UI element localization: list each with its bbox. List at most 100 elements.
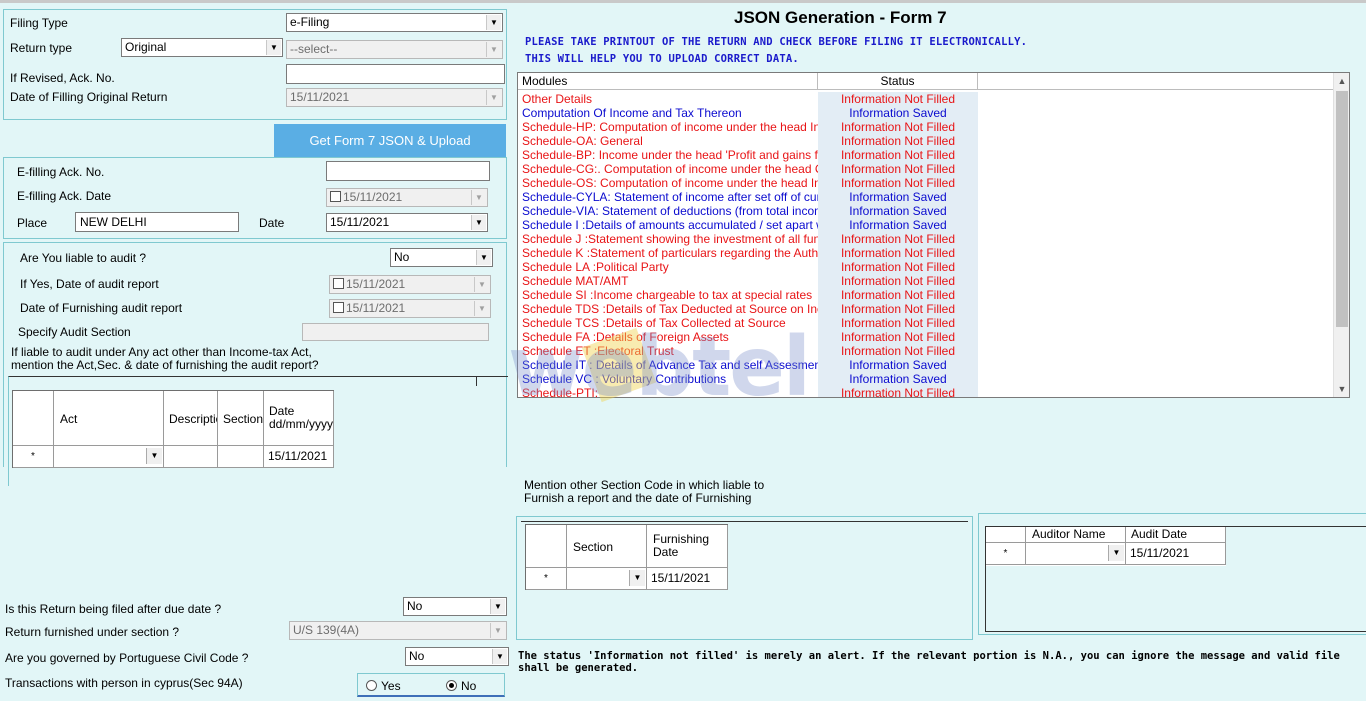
module-row[interactable]: Schedule K :Statement of particulars reg… [518,246,978,260]
chevron-down-icon: ▼ [490,623,505,638]
efiling-ack-date-picker[interactable]: 15/11/2021 ▼ [326,188,488,207]
grid-header-date: Date dd/mm/yyyy [264,391,334,446]
auditor-grid[interactable]: Auditor Name Audit Date * ▼ 15/11/2021 [986,527,1226,566]
audit-report-date-picker[interactable]: 15/11/2021 ▼ [329,275,491,294]
module-name: Schedule I :Details of amounts accumulat… [522,218,820,232]
empty-column-header [978,73,1334,90]
return-type-sub-select[interactable]: --select-- ▼ [286,40,503,59]
scrollbar-thumb[interactable] [1336,91,1348,327]
module-row[interactable]: Schedule VC : Voluntary Contributions Inf… [518,372,978,386]
module-row[interactable]: Schedule I :Details of amounts accumulat… [518,218,978,232]
return-type-select[interactable]: Original ▼ [121,38,283,57]
module-status: Information Not Filled [818,288,978,302]
module-row[interactable]: Schedule-CYLA: Statement of income after… [518,190,978,204]
status-column-header[interactable]: Status [818,73,978,90]
module-row[interactable]: Schedule-VIA: Statement of deductions (f… [518,204,978,218]
module-row[interactable]: Computation Of Income and Tax Thereon Inf… [518,106,978,120]
module-name: Schedule-CYLA: Statement of income after… [522,190,820,204]
module-name: Schedule FA :Details of Foreign Assets [522,330,729,344]
module-row[interactable]: Schedule-CG:. Computation of income unde… [518,162,978,176]
chevron-down-icon: ▼ [146,448,162,464]
cyprus-no-radio[interactable]: No [446,679,476,693]
section-furnished-select[interactable]: U/S 139(4A) ▼ [289,621,507,640]
grid-header-auditor-name: Auditor Name [1026,527,1126,543]
module-row[interactable]: Schedule-BP: Income under the head 'Prof… [518,148,978,162]
module-name: Schedule-VIA: Statement of deductions (f… [522,204,820,218]
checkbox-icon[interactable] [333,278,344,289]
scroll-up-icon[interactable]: ▲ [1334,73,1349,89]
modules-column-header[interactable]: Modules [518,73,818,90]
audit-section-input[interactable] [302,323,489,341]
revised-ack-input[interactable] [286,64,505,84]
grid-description-cell[interactable] [164,446,218,468]
chevron-down-icon: ▼ [486,90,501,105]
date-original-picker[interactable]: 15/11/2021 ▼ [286,88,503,107]
warning-line-1: PLEASE TAKE PRINTOUT OF THE RETURN AND C… [525,36,1028,48]
module-row[interactable]: Schedule TCS :Details of Tax Collected a… [518,316,978,330]
page-title: JSON Generation - Form 7 [734,8,947,27]
scroll-down-icon[interactable]: ▼ [1334,381,1349,397]
other-section-line2: Furnish a report and the date of Furnish… [524,491,752,505]
grid-act-select[interactable]: ▼ [54,446,164,468]
module-status: Information Not Filled [818,302,978,316]
efiling-ack-date-value: 15/11/2021 [343,190,403,204]
grid-audit-date-cell[interactable]: 15/11/2021 [1126,543,1226,565]
module-row[interactable]: Schedule TDS :Details of Tax Deducted at… [518,302,978,316]
module-status: Information Saved [818,358,978,372]
date-picker[interactable]: 15/11/2021 ▼ [326,213,488,232]
audit-furnish-date-picker[interactable]: 15/11/2021 ▼ [329,299,491,318]
module-row[interactable]: Schedule-OA: General Information Not Fill… [518,134,978,148]
other-act-grid[interactable]: Act Descriptio Section Date dd/mm/yyyy *… [12,390,334,468]
module-row[interactable]: Schedule-HP: Computation of income under… [518,120,978,134]
chevron-down-icon: ▼ [471,190,486,205]
modules-list[interactable]: Modules Status Other Details Information … [517,72,1350,398]
grid-furnishing-date-cell[interactable]: 15/11/2021 [647,568,728,590]
module-row[interactable]: Schedule IT : Details of Advance Tax and… [518,358,978,372]
module-row[interactable]: Schedule SI :Income chargeable to tax at… [518,288,978,302]
section-furnished-label: Return furnished under section ? [5,625,180,639]
chevron-down-icon: ▼ [266,40,281,55]
place-input[interactable]: NEW DELHI [75,212,239,232]
module-row[interactable]: Schedule ET :Electoral Trust Information … [518,344,978,358]
audit-liable-select[interactable]: No ▼ [390,248,493,267]
checkbox-icon[interactable] [330,191,341,202]
grid-section-cell[interactable] [218,446,264,468]
audit-report-date-value: 15/11/2021 [346,277,406,291]
portuguese-select[interactable]: No ▼ [405,647,509,666]
cyprus-yes-radio[interactable]: Yes [366,679,401,693]
portuguese-label: Are you governed by Portuguese Civil Cod… [5,651,249,665]
module-row[interactable]: Schedule-OS: Computation of income under… [518,176,978,190]
module-row[interactable]: Schedule FA :Details of Foreign Assets In… [518,330,978,344]
grid-auditor-name-select[interactable]: ▼ [1026,543,1126,565]
efiling-ack-no-input[interactable] [326,161,490,181]
module-status: Information Not Filled [818,386,978,397]
due-date-label: Is this Return being filed after due dat… [5,602,222,616]
due-date-select[interactable]: No ▼ [403,597,507,616]
get-form7-json-upload-button[interactable]: Get Form 7 JSON & Upload [274,124,506,157]
module-status: Information Not Filled [818,134,978,148]
module-row[interactable]: Schedule J :Statement showing the invest… [518,232,978,246]
module-row[interactable]: Schedule-PTI: Information Not Filled [518,386,978,397]
modules-scrollbar[interactable]: ▲ ▼ [1333,73,1349,397]
module-name: Schedule J :Statement showing the invest… [522,232,820,246]
module-row[interactable]: Schedule MAT/AMT Information Not Filled [518,274,978,288]
grid-date-cell[interactable]: 15/11/2021 [264,446,334,468]
grid-section-select[interactable]: ▼ [567,568,647,590]
module-row[interactable]: Other Details Information Not Filled [518,92,978,106]
other-section-grid[interactable]: Section Furnishing Date * ▼ 15/11/2021 [525,524,728,590]
filing-type-value: e-Filing [290,15,330,29]
filing-type-select[interactable]: e-Filing ▼ [286,13,503,32]
efiling-ack-date-label: E-filling Ack. Date [17,189,112,203]
module-status: Information Not Filled [818,120,978,134]
checkbox-icon[interactable] [333,302,344,313]
module-name: Schedule TCS :Details of Tax Collected a… [522,316,786,330]
grid-header-section: Section [567,525,647,568]
return-type-sub-value: --select-- [290,42,338,56]
module-status: Information Saved [818,190,978,204]
chevron-down-icon: ▼ [490,599,505,614]
chevron-down-icon: ▼ [474,277,489,292]
grid-header-act: Act [54,391,164,446]
due-date-value: No [407,599,423,613]
module-row[interactable]: Schedule LA :Political Party Information … [518,260,978,274]
module-status: Information Saved [818,218,978,232]
